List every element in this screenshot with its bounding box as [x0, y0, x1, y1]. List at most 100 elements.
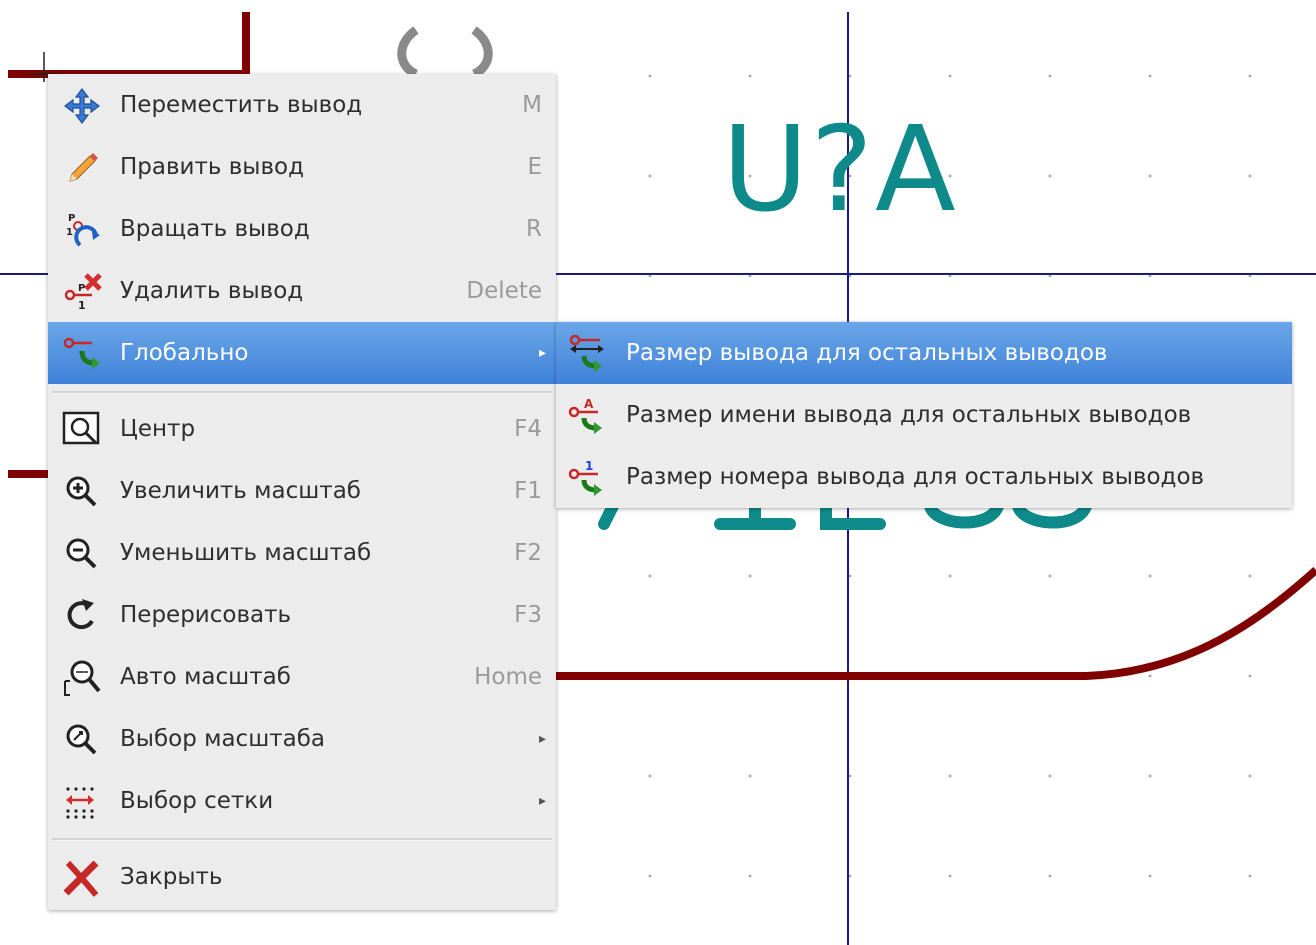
- menu-item-shortcut: R: [526, 216, 542, 242]
- grid-dot: [1148, 674, 1152, 678]
- grid-dot: [1248, 74, 1252, 78]
- grid-dot: [648, 874, 652, 878]
- menu-item-shortcut: E: [527, 154, 542, 180]
- submenu-arrow-icon: ▸: [538, 731, 546, 747]
- svg-text:A: A: [584, 397, 594, 411]
- grid-dot: [848, 74, 852, 78]
- menu-item-label: Увеличить масштаб: [120, 478, 361, 504]
- pencil-icon: [62, 149, 102, 187]
- menu-item-zoom-select[interactable]: Выбор масштаба ▸: [48, 708, 556, 770]
- pin-number-size-icon: 1: [568, 458, 608, 496]
- menu-item-shortcut: F2: [514, 540, 542, 566]
- grid-dot: [1048, 574, 1052, 578]
- grid-dot: [1248, 174, 1252, 178]
- grid-dot: [748, 574, 752, 578]
- grid-dot: [1248, 774, 1252, 778]
- svg-text:1: 1: [78, 299, 86, 311]
- submenu-arrow-icon: ▸: [538, 793, 546, 809]
- menu-item-global[interactable]: Глобально ▸: [48, 322, 556, 384]
- submenu-item-label: Размер вывода для остальных выводов: [626, 340, 1108, 366]
- reference-designator: U?A: [722, 100, 958, 238]
- menu-item-label: Переместить вывод: [120, 92, 363, 118]
- grid-dot: [1048, 174, 1052, 178]
- menu-item-shortcut: F3: [514, 602, 542, 628]
- menu-item-label: Закрыть: [120, 864, 223, 890]
- menu-item-delete-pin[interactable]: 1 P Удалить вывод Delete: [48, 260, 556, 322]
- grid-dot: [1248, 874, 1252, 878]
- grid-dot: [848, 774, 852, 778]
- grid-dot: [648, 574, 652, 578]
- menu-item-label: Глобально: [120, 340, 249, 366]
- menu-item-zoom-out[interactable]: Уменьшить масштаб F2: [48, 522, 556, 584]
- grid-dot: [1248, 574, 1252, 578]
- menu-item-move-pin[interactable]: Переместить вывод M: [48, 74, 556, 136]
- grid-dot: [748, 874, 752, 878]
- submenu-item-pin-name-size-all[interactable]: A Размер имени вывода для остальных вывод…: [556, 384, 1292, 446]
- menu-separator: [52, 838, 552, 841]
- menu-item-zoom-in[interactable]: Увеличить масштаб F1: [48, 460, 556, 522]
- menu-item-grid-select[interactable]: Выбор сетки ▸: [48, 770, 556, 832]
- pin-circle-arc: [397, 26, 493, 79]
- grid-dot: [948, 274, 952, 278]
- zoom-fit-icon: [62, 659, 102, 697]
- grid-dot: [948, 74, 952, 78]
- global-pin-icon: [62, 335, 102, 373]
- grid-dot: [1048, 774, 1052, 778]
- submenu-item-pin-size-all[interactable]: Размер вывода для остальных выводов: [556, 322, 1292, 384]
- grid-dot: [948, 774, 952, 778]
- menu-item-zoom-auto[interactable]: Авто масштаб Home: [48, 646, 556, 708]
- grid-dot: [648, 774, 652, 778]
- menu-item-shortcut: M: [522, 92, 542, 118]
- menu-item-shortcut: F1: [514, 478, 542, 504]
- grid-dot: [648, 174, 652, 178]
- grid-dot: [1248, 674, 1252, 678]
- grid-dot: [1148, 774, 1152, 778]
- menu-item-shortcut: Home: [474, 664, 542, 690]
- global-submenu: Размер вывода для остальных выводов A Разм…: [556, 322, 1292, 508]
- grid-dot: [648, 274, 652, 278]
- grid-dot: [948, 574, 952, 578]
- pin-size-icon: [568, 334, 608, 372]
- grid-dot: [1048, 74, 1052, 78]
- menu-item-label: Удалить вывод: [120, 278, 304, 304]
- close-icon: [62, 859, 102, 897]
- move-icon: [62, 87, 102, 125]
- grid-dot: [648, 74, 652, 78]
- menu-item-edit-pin[interactable]: Править вывод E: [48, 136, 556, 198]
- menu-item-label: Перерисовать: [120, 602, 292, 628]
- menu-item-zoom-center[interactable]: Центр F4: [48, 398, 556, 460]
- menu-item-label: Вращать вывод: [120, 216, 310, 242]
- menu-item-label: Выбор масштаба: [120, 726, 326, 752]
- grid-dot: [1248, 274, 1252, 278]
- menu-item-label: Авто масштаб: [120, 664, 291, 690]
- context-menu: Переместить вывод M Править вывод E P 1 Вращат…: [48, 74, 556, 910]
- menu-separator: [52, 391, 552, 394]
- delete-pin-icon: 1P: [62, 273, 102, 312]
- menu-item-redraw[interactable]: Перерисовать F3: [48, 584, 556, 646]
- submenu-item-label: Размер номера вывода для остальных вывод…: [626, 464, 1205, 490]
- menu-item-label: Править вывод: [120, 154, 304, 180]
- zoom-center-icon: [62, 411, 102, 449]
- submenu-item-label: Размер имени вывода для остальных выводо…: [626, 402, 1192, 428]
- menu-item-label: Уменьшить масштаб: [120, 540, 372, 566]
- grid-dot: [748, 74, 752, 78]
- grid-dot: [1148, 874, 1152, 878]
- grid-dot: [948, 874, 952, 878]
- grid-dot: [848, 874, 852, 878]
- submenu-arrow-icon: ▸: [538, 345, 546, 361]
- grid-dot: [1048, 274, 1052, 278]
- menu-item-shortcut: F4: [514, 416, 542, 442]
- submenu-item-pin-number-size-all[interactable]: 1 Размер номера вывода для остальных выво…: [556, 446, 1292, 508]
- grid-dot: [848, 574, 852, 578]
- svg-text:1: 1: [585, 459, 593, 473]
- zoom-in-icon: [62, 473, 102, 511]
- menu-item-close[interactable]: Закрыть: [48, 846, 556, 908]
- grid-dot: [1148, 174, 1152, 178]
- grid-dot: [748, 274, 752, 278]
- zoom-select-icon: [62, 721, 102, 759]
- zoom-out-icon: [62, 535, 102, 573]
- grid-dot: [848, 274, 852, 278]
- grid-select-icon: [62, 783, 102, 821]
- grid-dot: [1148, 274, 1152, 278]
- menu-item-rotate-pin[interactable]: P 1 Вращать вывод R: [48, 198, 556, 260]
